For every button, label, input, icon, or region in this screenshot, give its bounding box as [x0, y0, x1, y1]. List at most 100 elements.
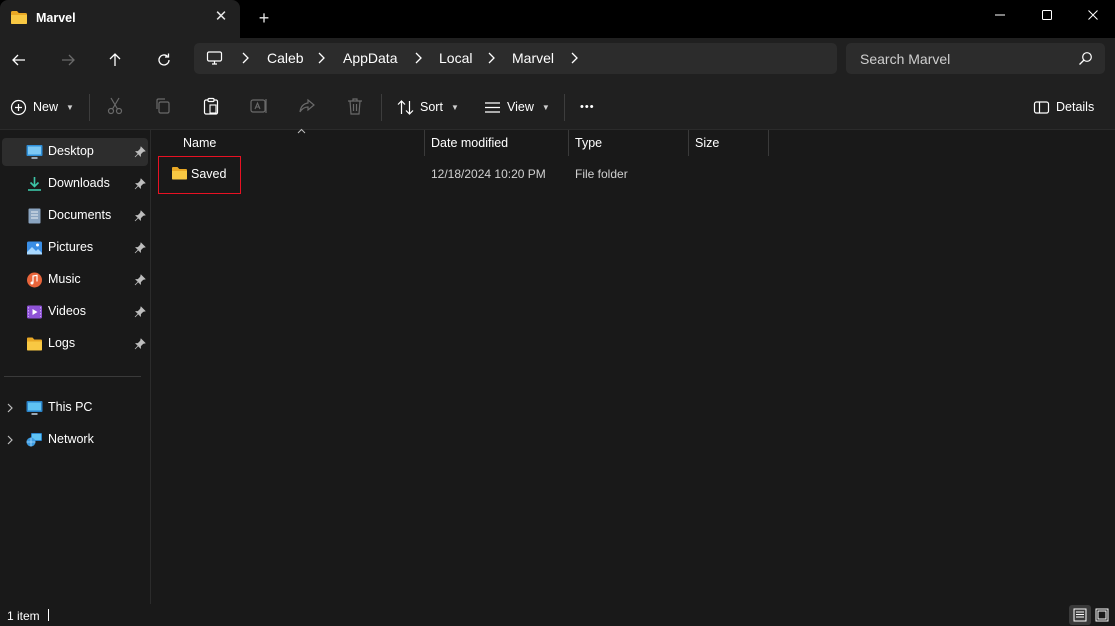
- arrow-left-icon: [12, 54, 25, 66]
- pin-icon[interactable]: [134, 210, 146, 222]
- column-divider[interactable]: [768, 130, 769, 156]
- sidebar-item-logs[interactable]: Logs: [0, 330, 150, 358]
- command-bar: New ▼ Sort ▼ View ▼ ••• Details: [0, 84, 1115, 130]
- file-date-modified: 12/18/2024 10:20 PM: [431, 167, 546, 181]
- file-name[interactable]: Saved: [191, 167, 226, 181]
- sidebar-item-label: Music: [48, 272, 81, 286]
- details-view-toggle[interactable]: [1069, 605, 1091, 625]
- sort-label: Sort: [420, 100, 443, 114]
- chevron-right-icon[interactable]: [569, 51, 579, 65]
- sidebar-item-downloads[interactable]: Downloads: [0, 170, 150, 198]
- window-tab[interactable]: Marvel ✕: [0, 0, 240, 38]
- chevron-right-icon[interactable]: [5, 434, 15, 446]
- sidebar-item-pictures[interactable]: Pictures: [0, 234, 150, 262]
- chevron-down-icon: ▼: [66, 102, 74, 112]
- pin-icon[interactable]: [134, 306, 146, 318]
- column-header-size[interactable]: Size: [689, 130, 768, 156]
- chevron-down-icon: ▼: [450, 102, 459, 112]
- chevron-down-icon: ▼: [541, 102, 550, 112]
- details-pane-icon: [1033, 100, 1050, 114]
- forward-button[interactable]: [52, 46, 84, 74]
- title-bar: Marvel ✕ +: [0, 0, 1115, 38]
- close-tab-button[interactable]: ✕: [210, 6, 232, 28]
- breadcrumb-caleb[interactable]: Caleb: [267, 50, 304, 66]
- details-button[interactable]: Details: [1033, 92, 1094, 122]
- refresh-button[interactable]: [148, 46, 180, 74]
- arrow-up-icon: [109, 53, 121, 66]
- music-icon: [27, 272, 42, 288]
- file-type: File folder: [575, 167, 628, 181]
- copy-icon[interactable]: [153, 96, 173, 116]
- large-icons-view-icon: [1095, 608, 1109, 622]
- details-label: Details: [1056, 100, 1095, 114]
- pin-icon[interactable]: [134, 338, 146, 350]
- table-row[interactable]: Saved 12/18/2024 10:20 PM File folder: [152, 156, 1115, 194]
- cut-icon[interactable]: [105, 96, 125, 116]
- folder-icon: [11, 11, 27, 24]
- up-button[interactable]: [99, 46, 131, 74]
- close-icon: [1088, 10, 1098, 20]
- sidebar-item-documents[interactable]: Documents: [0, 202, 150, 230]
- downloads-icon: [28, 177, 41, 191]
- chevron-right-icon[interactable]: [5, 402, 15, 414]
- column-header-type[interactable]: Type: [569, 130, 688, 156]
- back-button[interactable]: [3, 46, 35, 74]
- maximize-icon: [1042, 10, 1052, 20]
- videos-icon: [27, 305, 42, 319]
- search-box[interactable]: [846, 43, 1105, 74]
- pin-icon[interactable]: [134, 178, 146, 190]
- tiles-view-toggle[interactable]: [1091, 605, 1113, 625]
- sidebar-item-desktop[interactable]: Desktop: [2, 138, 148, 166]
- sidebar-item-label: This PC: [48, 400, 93, 414]
- new-button[interactable]: New ▼: [10, 92, 74, 122]
- navigation-pane: Desktop Downloads Documents Pictures Mus…: [0, 130, 151, 604]
- minimize-button[interactable]: [977, 0, 1023, 30]
- desktop-icon: [26, 145, 43, 159]
- toolbar-divider: [89, 94, 90, 121]
- chevron-right-icon: [488, 52, 495, 64]
- tab-title: Marvel: [36, 11, 76, 25]
- sidebar-item-label: Logs: [48, 336, 76, 350]
- toolbar-divider: [381, 94, 382, 121]
- network-icon: [26, 433, 42, 447]
- sidebar-item-label: Downloads: [48, 176, 110, 190]
- column-header-date-modified[interactable]: Date modified: [425, 130, 568, 156]
- arrow-right-icon: [62, 54, 75, 66]
- delete-icon[interactable]: [345, 96, 365, 116]
- breadcrumb-local[interactable]: Local: [439, 50, 472, 66]
- item-count: 1 item: [7, 609, 40, 623]
- sidebar-item-network[interactable]: Network: [0, 426, 150, 454]
- share-icon[interactable]: [297, 96, 317, 116]
- new-tab-button[interactable]: +: [252, 6, 276, 30]
- breadcrumb-marvel[interactable]: Marvel: [512, 50, 554, 66]
- column-header-name[interactable]: Name: [177, 130, 424, 156]
- view-label: View: [507, 100, 534, 114]
- pin-icon[interactable]: [134, 242, 146, 254]
- close-window-button[interactable]: [1070, 0, 1115, 30]
- more-options-button[interactable]: •••: [580, 92, 595, 122]
- sidebar-item-this-pc[interactable]: This PC: [0, 394, 150, 422]
- file-list: Name Date modified Type Size Saved 12/18…: [152, 128, 1115, 604]
- sidebar-item-label: Documents: [48, 208, 112, 222]
- toolbar-divider: [564, 94, 565, 121]
- rename-icon[interactable]: [249, 96, 269, 116]
- paste-icon[interactable]: [201, 96, 221, 116]
- sidebar-item-music[interactable]: Music: [0, 266, 150, 294]
- sort-icon: [397, 99, 414, 115]
- sidebar-item-videos[interactable]: Videos: [0, 298, 150, 326]
- address-bar[interactable]: Caleb AppData Local Marvel: [194, 43, 837, 74]
- pin-icon[interactable]: [134, 146, 146, 158]
- maximize-button[interactable]: [1024, 0, 1070, 30]
- breadcrumb-appdata[interactable]: AppData: [343, 50, 397, 66]
- pin-icon[interactable]: [134, 274, 146, 286]
- sort-button[interactable]: Sort ▼: [397, 92, 459, 122]
- more-icon: •••: [580, 101, 595, 113]
- this-pc-icon: [26, 401, 43, 415]
- navigation-bar: Caleb AppData Local Marvel: [0, 38, 1115, 84]
- search-icon[interactable]: [1078, 51, 1093, 66]
- refresh-icon: [158, 53, 170, 66]
- documents-icon: [28, 208, 41, 224]
- view-button[interactable]: View ▼: [484, 92, 550, 122]
- search-input[interactable]: [846, 43, 1071, 74]
- status-divider: [48, 609, 49, 621]
